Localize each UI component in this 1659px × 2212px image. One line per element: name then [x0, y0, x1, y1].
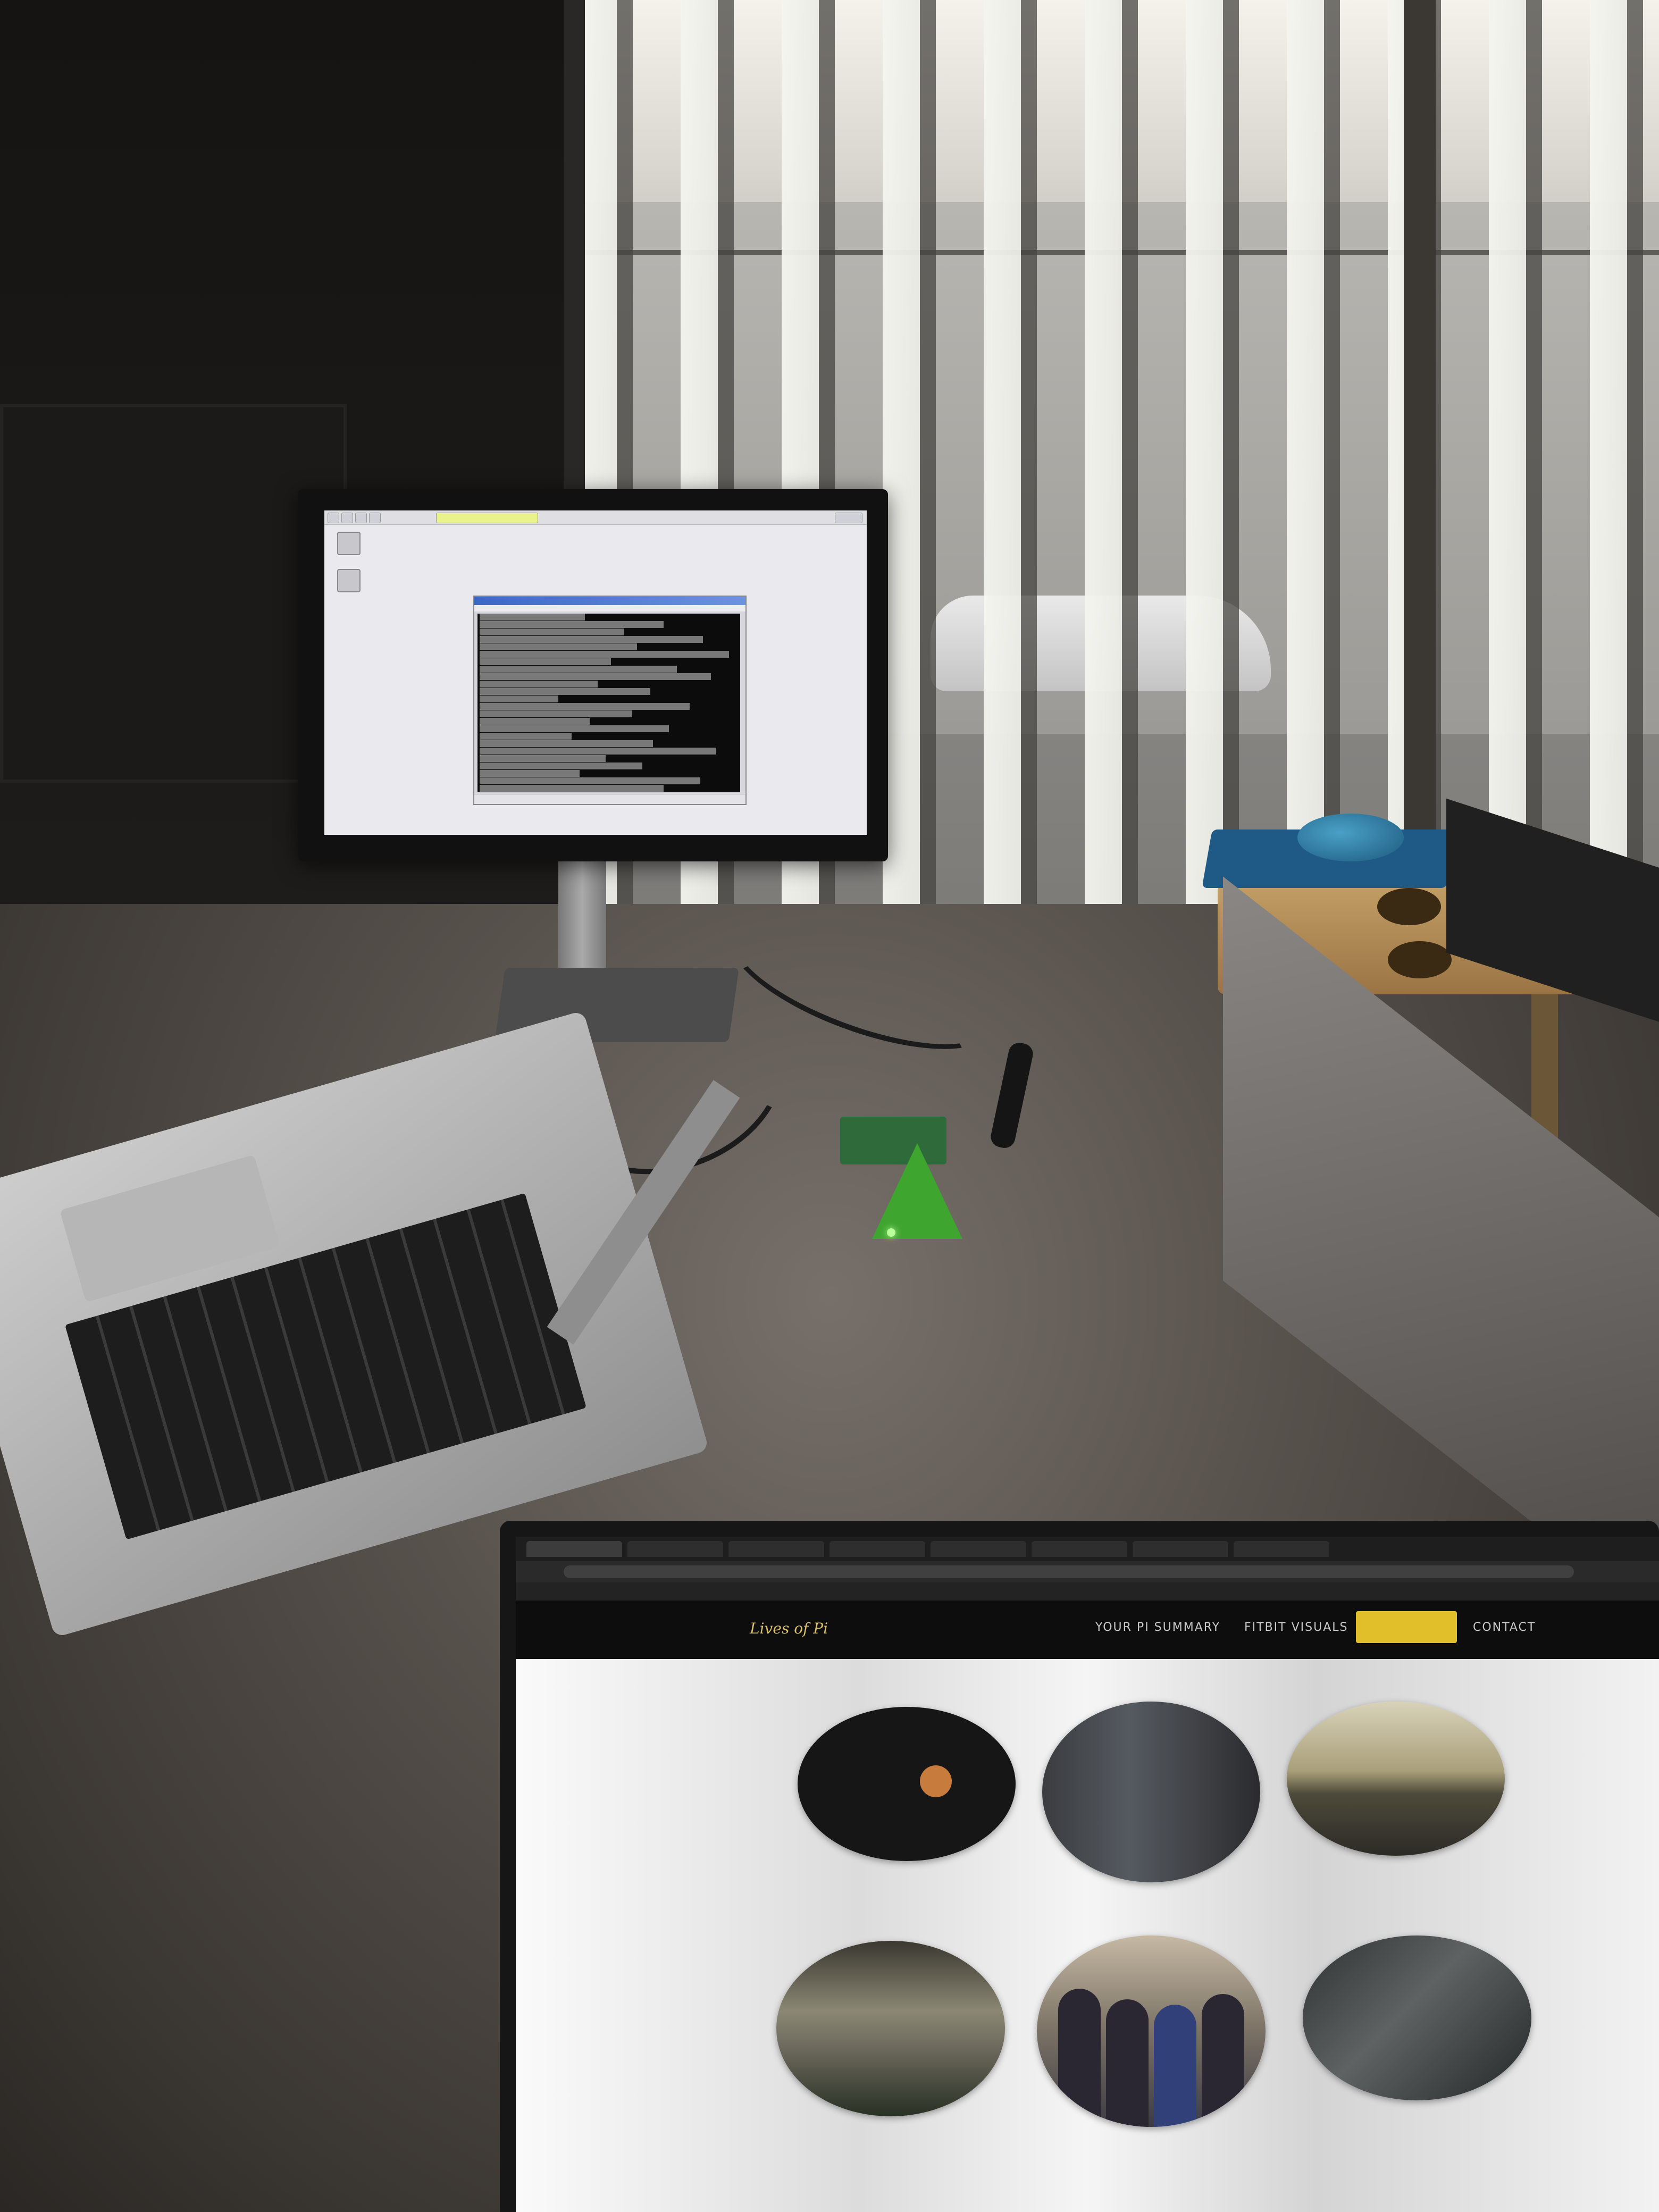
terminal-text-line — [480, 673, 711, 680]
raspberry-pi-board — [840, 1117, 946, 1164]
address-bar[interactable] — [564, 1565, 1574, 1578]
terminal-output[interactable] — [477, 614, 740, 792]
browser-icon[interactable] — [341, 513, 353, 523]
browser-tab[interactable] — [1234, 1541, 1329, 1557]
terminal-text-line — [480, 666, 677, 673]
browser-tab[interactable] — [830, 1541, 925, 1557]
terminal-text-line — [480, 696, 559, 702]
terminal-text-line — [480, 629, 624, 635]
gallery-photo-moon[interactable] — [798, 1707, 1016, 1861]
browser-toolbar — [516, 1561, 1659, 1582]
browser-tab[interactable] — [627, 1541, 723, 1557]
person — [1058, 1989, 1101, 2127]
monitor-screen — [324, 510, 867, 835]
gallery-photo-room[interactable] — [1042, 1702, 1260, 1882]
bookmarks-bar — [516, 1582, 1659, 1601]
nav-fitbit-visuals[interactable]: FITBIT VISUALS — [1244, 1621, 1348, 1634]
menu-icon[interactable] — [328, 513, 339, 523]
nav-contact[interactable]: CONTACT — [1473, 1621, 1536, 1634]
foreground-laptop-screen: Lives of Pi YOUR PI SUMMARY FITBIT VISUA… — [516, 1537, 1659, 2212]
terminal-text-line — [480, 688, 651, 695]
taskbar-active-window[interactable] — [436, 513, 538, 523]
person — [1154, 2005, 1196, 2127]
computer-mouse — [1297, 814, 1404, 861]
vent-hole — [1377, 888, 1441, 925]
terminal-text-line — [480, 651, 730, 658]
status-led — [887, 1228, 895, 1237]
nav-pi-summary[interactable]: YOUR PI SUMMARY — [1095, 1621, 1220, 1634]
terminal-titlebar[interactable] — [474, 597, 745, 605]
terminal-statusbar — [474, 794, 745, 804]
terminal-text-line — [480, 755, 606, 762]
terminal-text-line — [480, 658, 611, 665]
terminal-menubar[interactable] — [474, 605, 745, 611]
terminal-text-line — [480, 770, 580, 777]
browser-tab[interactable] — [526, 1541, 622, 1557]
terminal-text-line — [480, 636, 703, 643]
terminal-text-line — [480, 785, 664, 792]
gallery-photo-fog[interactable] — [776, 1941, 1005, 2116]
terminal-text-line — [480, 740, 653, 747]
desktop-monitor — [298, 489, 888, 861]
gallery-photo-car[interactable] — [1303, 1936, 1531, 2100]
files-icon[interactable] — [355, 513, 367, 523]
browser-tab[interactable] — [931, 1541, 1026, 1557]
left-furniture — [0, 404, 347, 783]
terminal-text-line — [480, 621, 664, 628]
browser-tab-strip — [516, 1537, 1659, 1561]
gallery-photo-sunset[interactable] — [1287, 1702, 1505, 1856]
gallery-photo-people[interactable] — [1037, 1936, 1266, 2127]
terminal-text-line — [480, 777, 700, 784]
terminal-text-line — [480, 681, 598, 688]
terminal-icon[interactable] — [369, 513, 381, 523]
foreground-laptop: Lives of Pi YOUR PI SUMMARY FITBIT VISUA… — [500, 1521, 1659, 2212]
folder-icon[interactable] — [333, 569, 365, 594]
terminal-text-line — [480, 710, 632, 717]
terminal-text-line — [480, 725, 669, 732]
terminal-window[interactable] — [473, 596, 747, 805]
terminal-text-line — [480, 614, 585, 621]
browser-tab[interactable] — [1133, 1541, 1228, 1557]
door-frame — [1404, 0, 1436, 851]
terminal-text-line — [480, 703, 690, 710]
person — [1106, 1999, 1149, 2127]
site-navbar: Lives of Pi YOUR PI SUMMARY FITBIT VISUA… — [516, 1601, 1659, 1659]
moon — [920, 1765, 952, 1797]
vent-hole — [1388, 941, 1452, 978]
terminal-text-line — [480, 763, 643, 769]
system-tray[interactable] — [835, 513, 862, 523]
terminal-text-line — [480, 643, 638, 650]
photo-gallery — [516, 1659, 1659, 2212]
photo-scene: Lives of Pi YOUR PI SUMMARY FITBIT VISUA… — [0, 0, 1659, 2212]
os-taskbar — [324, 510, 867, 525]
wastebasket-icon[interactable] — [333, 532, 365, 557]
browser-tab[interactable] — [728, 1541, 824, 1557]
terminal-text-line — [480, 748, 716, 755]
terminal-text-line — [480, 733, 572, 740]
browser-tab[interactable] — [1032, 1541, 1127, 1557]
person — [1202, 1994, 1244, 2127]
site-logo[interactable]: Lives of Pi — [750, 1620, 828, 1637]
nav-active-item[interactable] — [1356, 1611, 1457, 1643]
terminal-text-line — [480, 718, 590, 725]
